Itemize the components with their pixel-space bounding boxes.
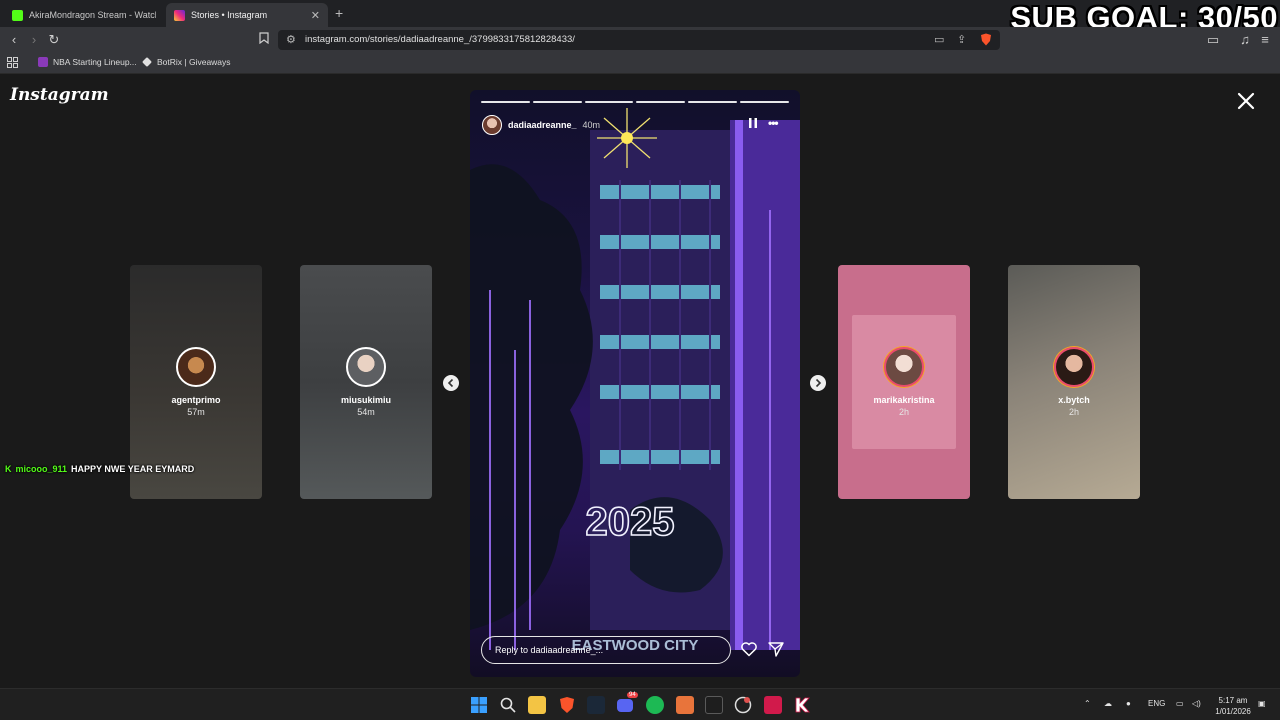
bookmark-icon[interactable] [256,32,272,48]
preview-username: miusukimiu [340,395,391,405]
story-preview-xbytch[interactable]: x.bytch 2h [1008,265,1140,499]
terminal-icon[interactable] [705,696,723,714]
back-icon[interactable]: ‹ [6,32,22,48]
onedrive-icon[interactable]: ☁ [1104,699,1112,708]
tab-akira-stream[interactable]: AkiraMondragon Stream - Watch Live [4,3,164,27]
reply-input[interactable]: Reply to dadiaadreanne_... [481,636,731,664]
microphone-icon[interactable]: ● [1126,699,1131,708]
kick-icon [12,9,23,21]
avatar [884,347,924,387]
chevron-right-icon [815,378,822,388]
bookmark-botrix[interactable]: BotRix | Giveaways [142,57,231,67]
volume-icon[interactable]: ◁) [1192,699,1201,708]
chevron-up-icon[interactable]: ⌃ [1084,699,1091,708]
twitch-icon [38,57,48,67]
kick-icon: K [5,464,12,474]
sidebar-icon[interactable]: ▭ [1205,32,1221,48]
preview-username: marikakristina [873,395,935,405]
reply-placeholder: Reply to dadiaadreanne_... [495,645,604,655]
notifications-icon[interactable]: ▣ [1258,699,1266,708]
valorant-icon[interactable] [764,696,782,714]
pause-icon[interactable] [748,117,758,129]
windows-taskbar: 94 ⌃ ☁ ● ENG ▭ ◁) 5:17 am 1/01/2026 ▣ [0,688,1280,720]
discord-icon[interactable]: 94 [617,692,638,714]
tab-instagram-stories[interactable]: Stories • Instagram ✕ [166,3,328,27]
botrix-icon [142,57,152,67]
next-story-button[interactable] [810,375,826,391]
reload-icon[interactable]: ↻ [46,32,62,48]
windows-start-icon[interactable] [470,696,488,714]
instagram-icon [174,9,185,21]
spotify-icon[interactable] [646,696,664,714]
tab-title: AkiraMondragon Stream - Watch Live [29,10,156,20]
tab-title: Stories • Instagram [191,10,268,20]
preview-time: 2h [898,407,909,417]
steam-icon[interactable] [587,696,605,714]
apps-grid-icon[interactable] [7,57,18,68]
bookmark-nba[interactable]: NBA Starting Lineup... [38,57,137,67]
chat-message-overlay: Kmicooo_911 HAPPY NWE YEAR EYMARD [5,464,194,474]
address-bar[interactable]: ⚙ instagram.com/stories/dadiaadreanne_/3… [278,30,1000,50]
instagram-logo[interactable]: Instagram [10,85,109,105]
more-options-icon[interactable]: ••• [768,116,779,130]
avatar[interactable] [482,115,502,135]
streamlabs-icon[interactable] [676,696,694,714]
previous-story-button[interactable] [443,375,459,391]
avatar [1054,347,1094,387]
current-story[interactable]: 2025 EASTWOOD CITY dadiaadreanne_ 40m ••… [470,90,800,677]
close-tab-icon[interactable]: ✕ [311,9,320,22]
preview-username: x.bytch [1058,395,1090,405]
clock-date: 1/01/2026 [1215,707,1251,716]
site-info-icon[interactable]: ⚙ [286,33,296,46]
send-direct-icon[interactable] [767,640,785,658]
instagram-stories-page: Instagram agentprimo 57m miusukimiu 54m [0,75,1280,688]
neon-2025-text: 2025 [586,500,675,544]
preview-username: agentprimo [171,395,221,405]
search-icon[interactable] [499,696,517,714]
story-progress-bar [481,101,789,103]
preview-time: 2h [1068,407,1079,417]
story-preview-miusukimiu[interactable]: miusukimiu 54m [300,265,432,499]
url-text[interactable]: instagram.com/stories/dadiaadreanne_/379… [305,34,575,45]
chevron-left-icon [447,378,454,388]
bookmark-label: NBA Starting Lineup... [53,57,137,67]
brave-browser-icon[interactable] [558,696,576,714]
new-tab-button[interactable]: + [335,5,343,21]
preview-time: 57m [187,407,205,417]
system-clock[interactable]: 5:17 am 1/01/2026 [1210,695,1256,717]
network-icon[interactable]: ▭ [1176,699,1184,708]
close-stories-icon[interactable] [1234,89,1258,113]
story-username[interactable]: dadiaadreanne_ [508,120,577,130]
bookmark-label: BotRix | Giveaways [157,57,231,67]
avatar [176,347,216,387]
clock-time: 5:17 am [1218,696,1248,705]
media-icon[interactable]: ♫ [1237,32,1253,48]
chat-username: micooo_911 [15,464,68,474]
brave-shield-icon[interactable] [980,33,992,49]
story-header: dadiaadreanne_ 40m [482,115,600,135]
chat-text: HAPPY NWE YEAR EYMARD [71,464,195,474]
preview-time: 54m [357,407,375,417]
bookmarks-bar: NBA Starting Lineup... BotRix | Giveaway… [0,53,1280,74]
discord-badge: 94 [627,692,638,698]
obs-icon[interactable] [734,696,752,714]
file-explorer-icon[interactable] [528,696,546,714]
language-indicator[interactable]: ENG [1148,699,1165,708]
story-image: 2025 EASTWOOD CITY [470,108,800,654]
avatar [346,347,386,387]
menu-icon[interactable]: ≡ [1257,32,1273,48]
share-icon[interactable]: ⇪ [957,33,966,46]
story-preview-marikakristina[interactable]: marikakristina 2h [838,265,970,499]
cast-icon[interactable]: ▭ [934,33,944,46]
kick-app-icon[interactable] [793,696,811,714]
story-time: 40m [582,120,601,130]
like-heart-icon[interactable] [740,640,758,658]
forward-icon[interactable]: › [26,32,42,48]
